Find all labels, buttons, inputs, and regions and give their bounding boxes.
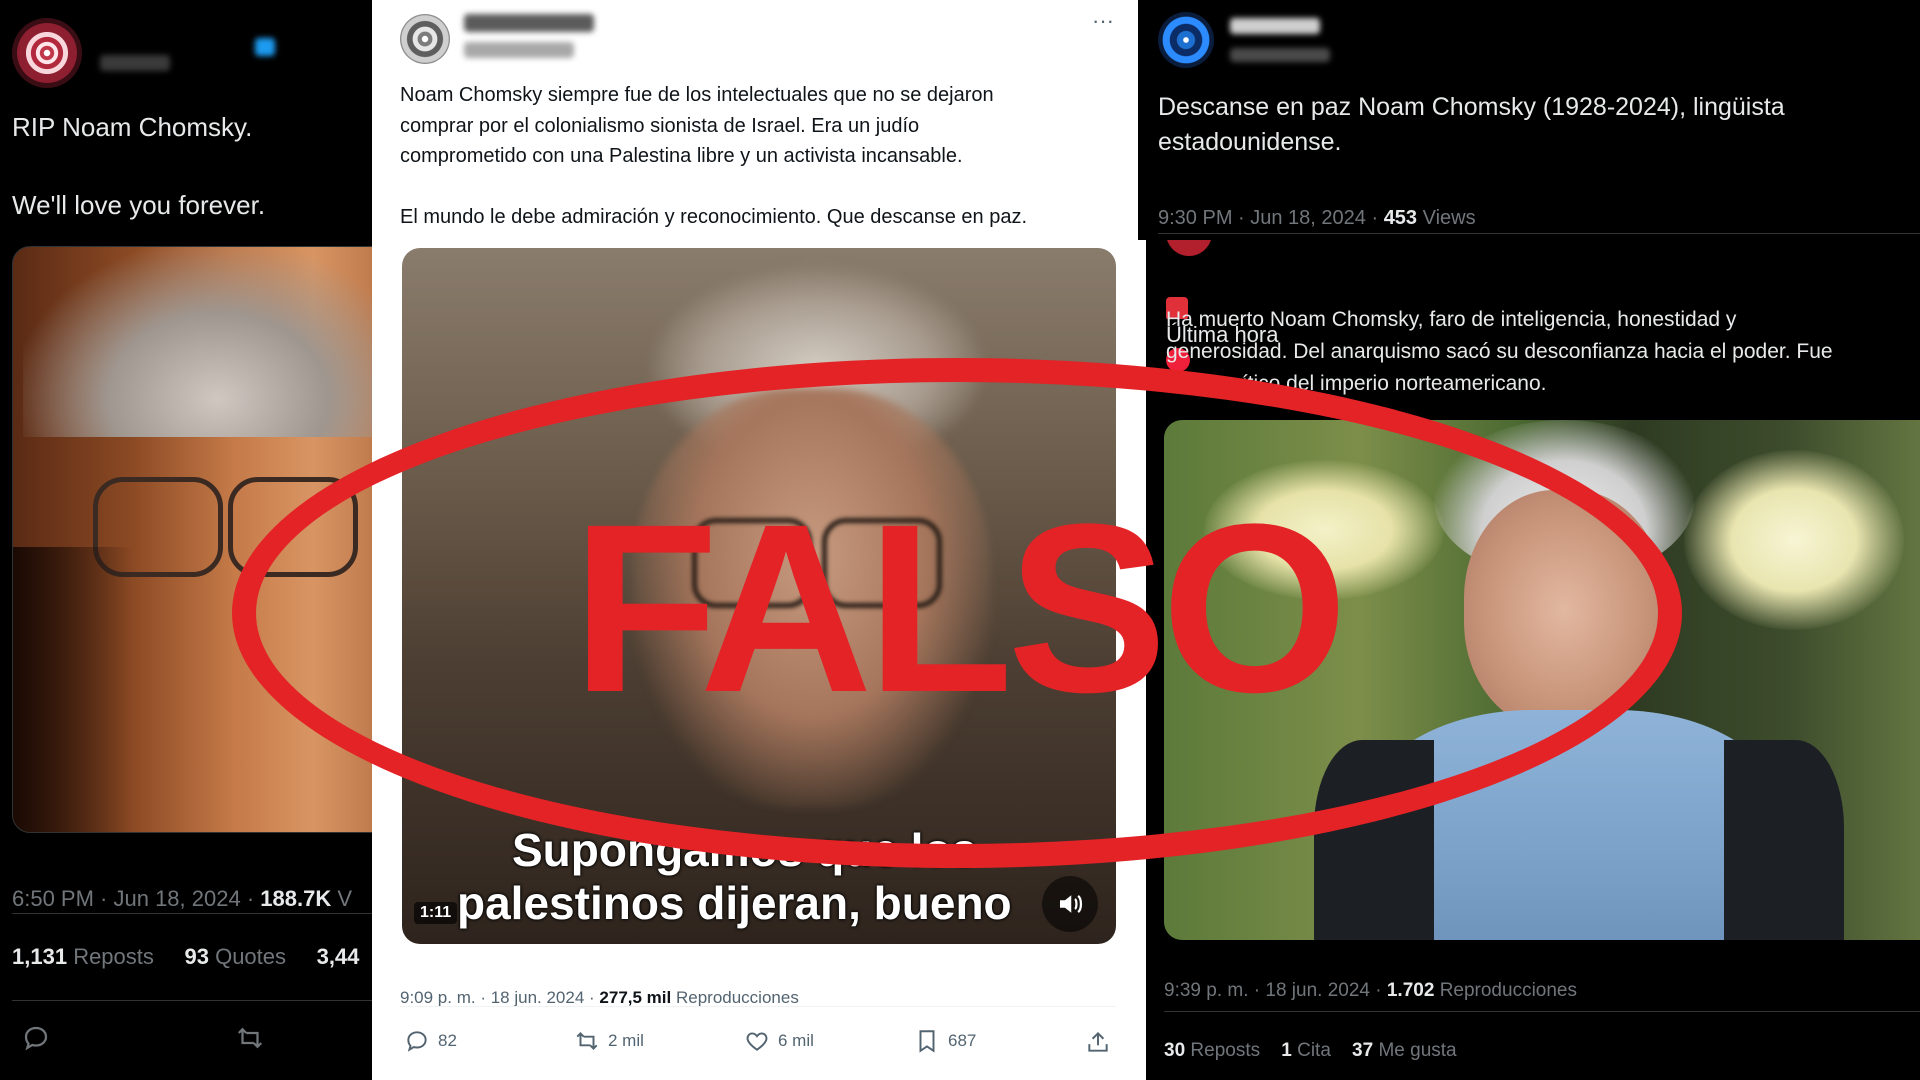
- video-subtitle-line-2: palestinos dijeran, bueno: [457, 877, 1012, 929]
- author-name-redacted: [100, 55, 170, 71]
- tweet-timestamp: 9:30 PM · Jun 18, 2024 · 453 Views: [1158, 207, 1476, 229]
- chomsky-photo[interactable]: [1164, 420, 1920, 940]
- repost-icon: [576, 1032, 598, 1050]
- like-icon: [746, 1032, 768, 1051]
- author-avatar[interactable]: [400, 14, 450, 64]
- repost-icon[interactable]: [232, 1020, 268, 1056]
- tweet-timestamp: 9:09 p. m. · 18 jun. 2024 · 277,5 mil Re…: [400, 988, 799, 1007]
- top-right-tweet-panel: Descanse en paz Noam Chomsky (1928-2024)…: [1138, 0, 1920, 240]
- tweet-engagement-stats: 30 Reposts 1 Cita 37 Me gusta: [1164, 1040, 1457, 1061]
- more-icon[interactable]: ···: [1092, 8, 1114, 34]
- tweet-body: Noam Chomsky siempre fue de los intelect…: [400, 84, 1028, 228]
- tweet-line-1: RIP Noam Chomsky.: [12, 112, 253, 142]
- video-player[interactable]: Supongamos que los palestinos dijeran, b…: [402, 248, 1116, 944]
- reply-icon[interactable]: [18, 1020, 54, 1056]
- left-tweet-panel: RIP Noam Chomsky. We'll love you forever…: [0, 0, 372, 1080]
- subject-jacket: [1314, 740, 1434, 940]
- divider: [1164, 1011, 1920, 1012]
- divider: [1158, 233, 1920, 234]
- like-count: 6 mil: [778, 1031, 814, 1050]
- like-button[interactable]: 6 mil: [744, 1028, 814, 1054]
- poinsettia-leaves: [1684, 450, 1904, 630]
- divider: [12, 913, 372, 914]
- tweet-engagement-stats: 1,131 Reposts 93 Quotes 3,44: [12, 944, 360, 969]
- author-name-redacted: [1230, 18, 1320, 34]
- author-handle-redacted: [1230, 48, 1330, 62]
- video-subtitle-line-1: Supongamos que los: [512, 824, 978, 876]
- center-tweet-panel: ··· Noam Chomsky siempre fue de los inte…: [372, 0, 1144, 1080]
- author-handle-redacted: [464, 42, 574, 58]
- tweet-timestamp: 9:39 p. m. · 18 jun. 2024 · 1.702 Reprod…: [1164, 980, 1577, 1001]
- bookmark-button[interactable]: 687: [914, 1028, 976, 1054]
- tweet-body: Ha muerto Noam Chomsky, faro de intelige…: [1166, 308, 1833, 395]
- repost-count: 2 mil: [608, 1031, 644, 1050]
- subject-face: [1464, 490, 1664, 730]
- share-icon[interactable]: [1082, 1026, 1114, 1058]
- bottom-right-tweet-panel: Última hora Ha muerto Noam Chomsky, faro…: [1146, 240, 1920, 1080]
- video-subject-glasses: [822, 518, 942, 608]
- reply-button[interactable]: 82: [404, 1028, 457, 1054]
- subject-jacket: [1724, 740, 1844, 940]
- portrait-shadow: [13, 547, 133, 832]
- poinsettia-leaves: [1204, 460, 1444, 600]
- divider: [400, 1006, 1116, 1007]
- tweet-line-2: We'll love you forever.: [12, 190, 266, 220]
- divider: [12, 1000, 372, 1001]
- author-avatar[interactable]: [12, 18, 82, 88]
- portrait-hair: [23, 247, 372, 437]
- author-name-redacted: [464, 14, 594, 32]
- tweet-body: Descanse en paz Noam Chomsky (1928-2024)…: [1158, 93, 1785, 156]
- bookmark-icon: [919, 1030, 935, 1053]
- author-avatar[interactable]: [1158, 12, 1214, 68]
- reply-icon: [407, 1031, 427, 1052]
- video-subject-glasses: [692, 518, 812, 608]
- tweet-timestamp: 6:50 PM · Jun 18, 2024 · 188.7K V: [12, 886, 353, 911]
- reply-count: 82: [438, 1031, 457, 1050]
- bookmark-count: 687: [948, 1031, 977, 1050]
- verified-badge-redacted: [255, 38, 275, 56]
- video-duration: 1:11: [414, 902, 458, 924]
- video-subject-face: [632, 388, 992, 808]
- repost-button[interactable]: 2 mil: [574, 1028, 644, 1054]
- chomsky-portrait-photo[interactable]: [12, 246, 372, 833]
- volume-icon[interactable]: [1042, 876, 1098, 932]
- portrait-glasses: [228, 477, 358, 577]
- author-avatar[interactable]: [1166, 240, 1212, 256]
